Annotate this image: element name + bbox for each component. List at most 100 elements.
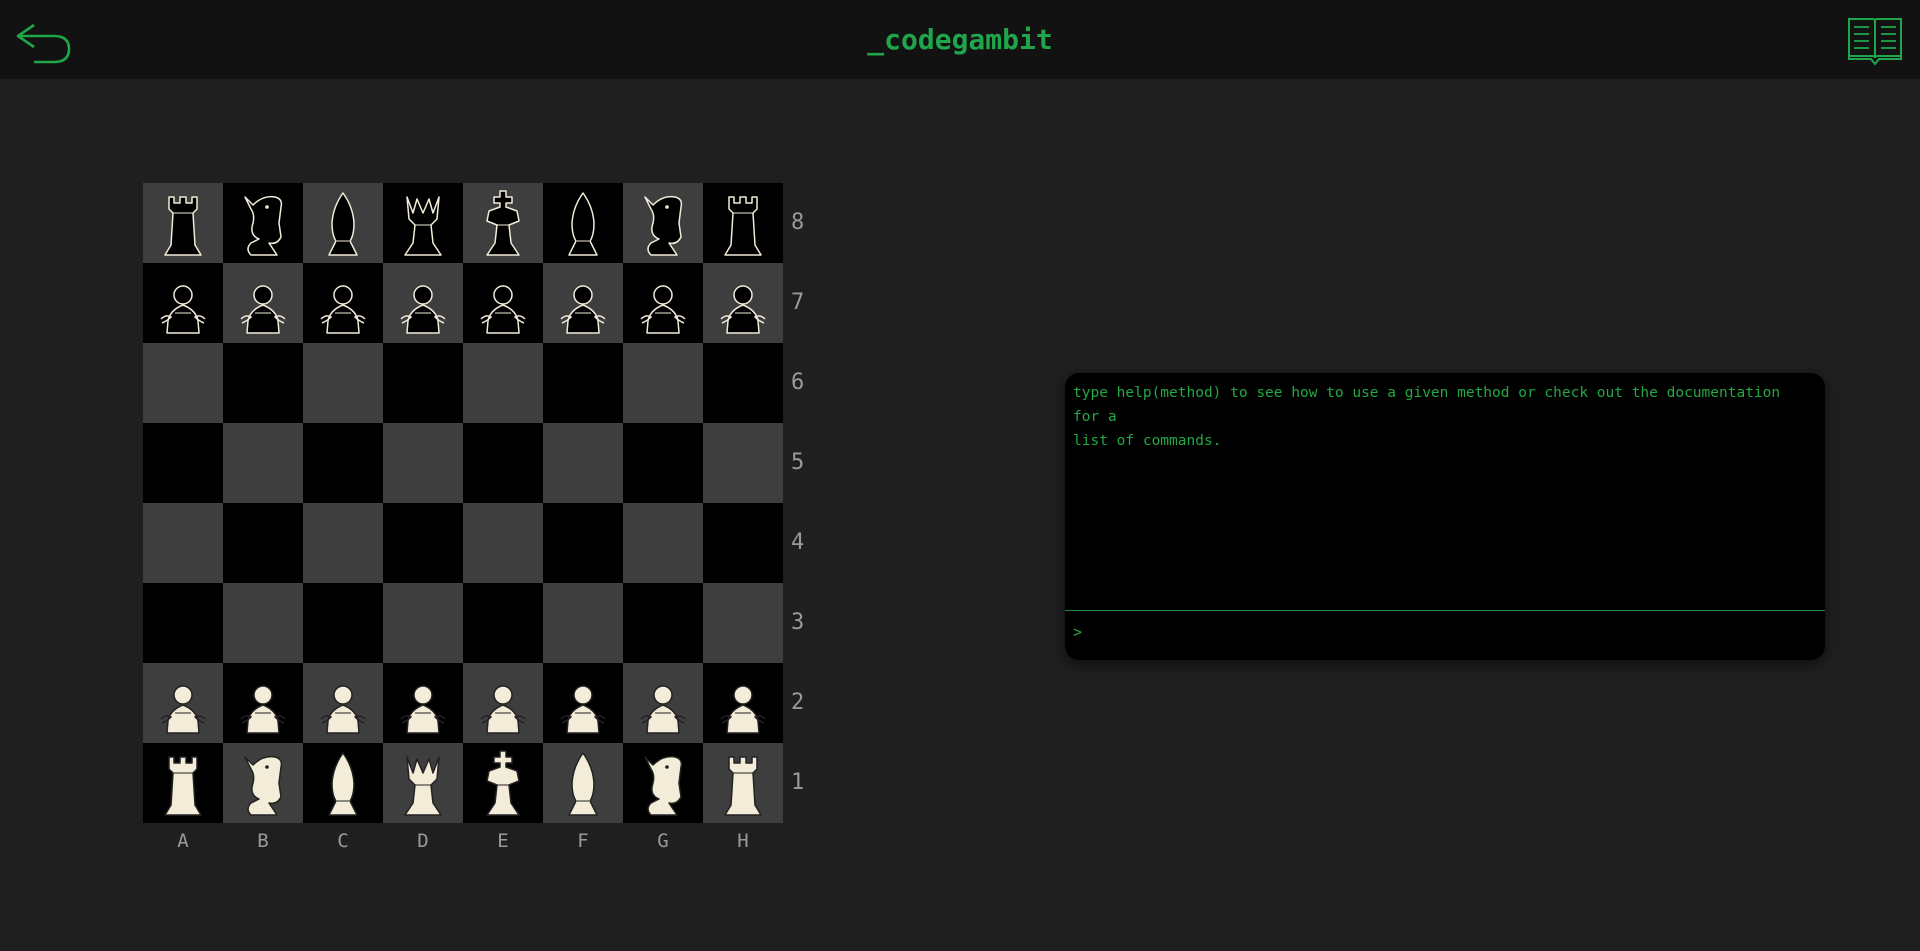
- square-e2[interactable]: [463, 663, 543, 743]
- file-labels: A B C D E F G H: [143, 823, 783, 859]
- square-d3[interactable]: [383, 583, 463, 663]
- square-g8[interactable]: [623, 183, 703, 263]
- square-f5[interactable]: [543, 423, 623, 503]
- square-f4[interactable]: [543, 503, 623, 583]
- square-d8[interactable]: [383, 183, 463, 263]
- square-f3[interactable]: [543, 583, 623, 663]
- queen-icon: [404, 756, 442, 816]
- knight-icon: [644, 755, 683, 816]
- square-a4[interactable]: [143, 503, 223, 583]
- square-b8[interactable]: [223, 183, 303, 263]
- square-c4[interactable]: [303, 503, 383, 583]
- square-b2[interactable]: [223, 663, 303, 743]
- square-d5[interactable]: [383, 423, 463, 503]
- square-g6[interactable]: [623, 343, 703, 423]
- square-h5[interactable]: [703, 423, 783, 503]
- square-e6[interactable]: [463, 343, 543, 423]
- square-e7[interactable]: [463, 263, 543, 343]
- square-g1[interactable]: [623, 743, 703, 823]
- pawn-icon: [400, 285, 446, 334]
- square-c3[interactable]: [303, 583, 383, 663]
- pawn-icon: [320, 285, 366, 334]
- file-label: C: [337, 830, 349, 852]
- open-book-icon: [1848, 18, 1902, 66]
- app-title: _codegambit: [867, 23, 1053, 56]
- square-b6[interactable]: [223, 343, 303, 423]
- square-d2[interactable]: [383, 663, 463, 743]
- pawn-icon: [160, 685, 206, 734]
- square-d4[interactable]: [383, 503, 463, 583]
- bishop-icon: [328, 192, 358, 256]
- console-prompt: >: [1073, 623, 1083, 641]
- rook-icon: [164, 756, 202, 816]
- square-b1[interactable]: [223, 743, 303, 823]
- square-g2[interactable]: [623, 663, 703, 743]
- square-e1[interactable]: [463, 743, 543, 823]
- square-c8[interactable]: [303, 183, 383, 263]
- pawn-icon: [720, 685, 766, 734]
- pawn-icon: [240, 285, 286, 334]
- square-g3[interactable]: [623, 583, 703, 663]
- square-e3[interactable]: [463, 583, 543, 663]
- square-g4[interactable]: [623, 503, 703, 583]
- rook-icon: [164, 196, 202, 256]
- console-output-line: type help(method) to see how to use a gi…: [1073, 385, 1781, 425]
- square-a7[interactable]: [143, 263, 223, 343]
- square-e8[interactable]: [463, 183, 543, 263]
- square-b5[interactable]: [223, 423, 303, 503]
- chess-board-area: 8 7 6 5 4 3 2 1 A B C D E F G H: [143, 183, 804, 852]
- square-h1[interactable]: [703, 743, 783, 823]
- square-d6[interactable]: [383, 343, 463, 423]
- square-c1[interactable]: [303, 743, 383, 823]
- square-f2[interactable]: [543, 663, 623, 743]
- chess-board: [143, 183, 783, 823]
- square-d1[interactable]: [383, 743, 463, 823]
- square-f6[interactable]: [543, 343, 623, 423]
- square-f7[interactable]: [543, 263, 623, 343]
- square-e5[interactable]: [463, 423, 543, 503]
- console-input[interactable]: [1091, 619, 1815, 649]
- square-c7[interactable]: [303, 263, 383, 343]
- file-label: D: [417, 830, 429, 852]
- square-g5[interactable]: [623, 423, 703, 503]
- square-h2[interactable]: [703, 663, 783, 743]
- square-b4[interactable]: [223, 503, 303, 583]
- file-label: G: [657, 830, 669, 852]
- square-g7[interactable]: [623, 263, 703, 343]
- square-a2[interactable]: [143, 663, 223, 743]
- bishop-icon: [568, 752, 598, 816]
- square-h7[interactable]: [703, 263, 783, 343]
- pawn-icon: [560, 685, 606, 734]
- square-e4[interactable]: [463, 503, 543, 583]
- square-h4[interactable]: [703, 503, 783, 583]
- square-c6[interactable]: [303, 343, 383, 423]
- square-a1[interactable]: [143, 743, 223, 823]
- square-h8[interactable]: [703, 183, 783, 263]
- square-h3[interactable]: [703, 583, 783, 663]
- square-c2[interactable]: [303, 663, 383, 743]
- rank-labels: 8 7 6 5 4 3 2 1: [783, 183, 813, 823]
- back-button[interactable]: [14, 20, 74, 68]
- square-f1[interactable]: [543, 743, 623, 823]
- square-b3[interactable]: [223, 583, 303, 663]
- bishop-icon: [568, 192, 598, 256]
- rank-label: 2: [791, 690, 805, 715]
- square-a8[interactable]: [143, 183, 223, 263]
- square-a6[interactable]: [143, 343, 223, 423]
- square-b7[interactable]: [223, 263, 303, 343]
- square-f8[interactable]: [543, 183, 623, 263]
- square-d7[interactable]: [383, 263, 463, 343]
- square-c5[interactable]: [303, 423, 383, 503]
- square-h6[interactable]: [703, 343, 783, 423]
- rank-label: 6: [791, 370, 805, 395]
- square-a5[interactable]: [143, 423, 223, 503]
- pawn-icon: [640, 285, 686, 334]
- square-a3[interactable]: [143, 583, 223, 663]
- rank-label: 7: [791, 290, 805, 315]
- file-label: H: [737, 830, 749, 852]
- top-bar: _codegambit: [0, 0, 1920, 79]
- documentation-button[interactable]: [1847, 16, 1903, 66]
- pawn-icon: [160, 285, 206, 334]
- console-output-line: list of commands.: [1073, 433, 1222, 449]
- king-icon: [486, 750, 520, 816]
